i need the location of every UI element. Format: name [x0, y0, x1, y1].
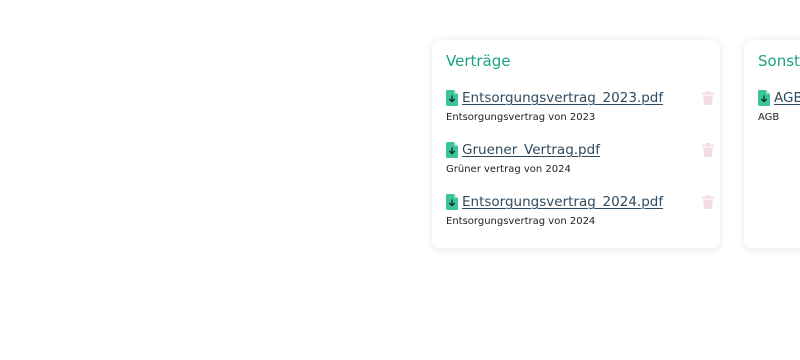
file-download-icon	[446, 194, 458, 210]
file-download-icon	[758, 90, 770, 106]
card-title: Sonsti	[758, 52, 800, 70]
document-description: Grüner vertrag von 2024	[446, 164, 571, 175]
document-filename: Entsorgungsvertrag_2024.pdf	[462, 194, 664, 210]
document-filename: Gruener_Vertrag.pdf	[462, 142, 600, 158]
file-download-icon	[446, 90, 458, 106]
document-item: AGB AGB	[758, 89, 800, 129]
document-item: Entsorgungsvertrag_2023.pdf Entsorgungsv…	[446, 89, 720, 129]
documents-card-vertraege: Verträge Entsorgungsvertrag_2023.pdf Ent…	[432, 40, 720, 248]
document-item: Gruener_Vertrag.pdf Grüner vertrag von 2…	[446, 141, 720, 181]
document-description: AGB	[758, 112, 780, 123]
document-filename: AGB	[774, 90, 800, 106]
document-download-link[interactable]: Entsorgungsvertrag_2023.pdf	[446, 89, 663, 107]
document-item: Entsorgungsvertrag_2024.pdf Entsorgungsv…	[446, 193, 720, 233]
document-download-link[interactable]: Gruener_Vertrag.pdf	[446, 141, 600, 159]
document-download-link[interactable]: Entsorgungsvertrag_2024.pdf	[446, 193, 663, 211]
document-filename: Entsorgungsvertrag_2023.pdf	[462, 90, 664, 106]
card-title: Verträge	[446, 52, 511, 70]
trash-icon[interactable]	[702, 143, 714, 157]
documents-card-sonstiges: Sonsti AGB AGB	[744, 40, 800, 248]
trash-icon[interactable]	[702, 91, 714, 105]
document-download-link[interactable]: AGB	[758, 89, 800, 107]
document-description: Entsorgungsvertrag von 2023	[446, 112, 596, 123]
trash-icon[interactable]	[702, 195, 714, 209]
file-download-icon	[446, 142, 458, 158]
document-description: Entsorgungsvertrag von 2024	[446, 216, 596, 227]
